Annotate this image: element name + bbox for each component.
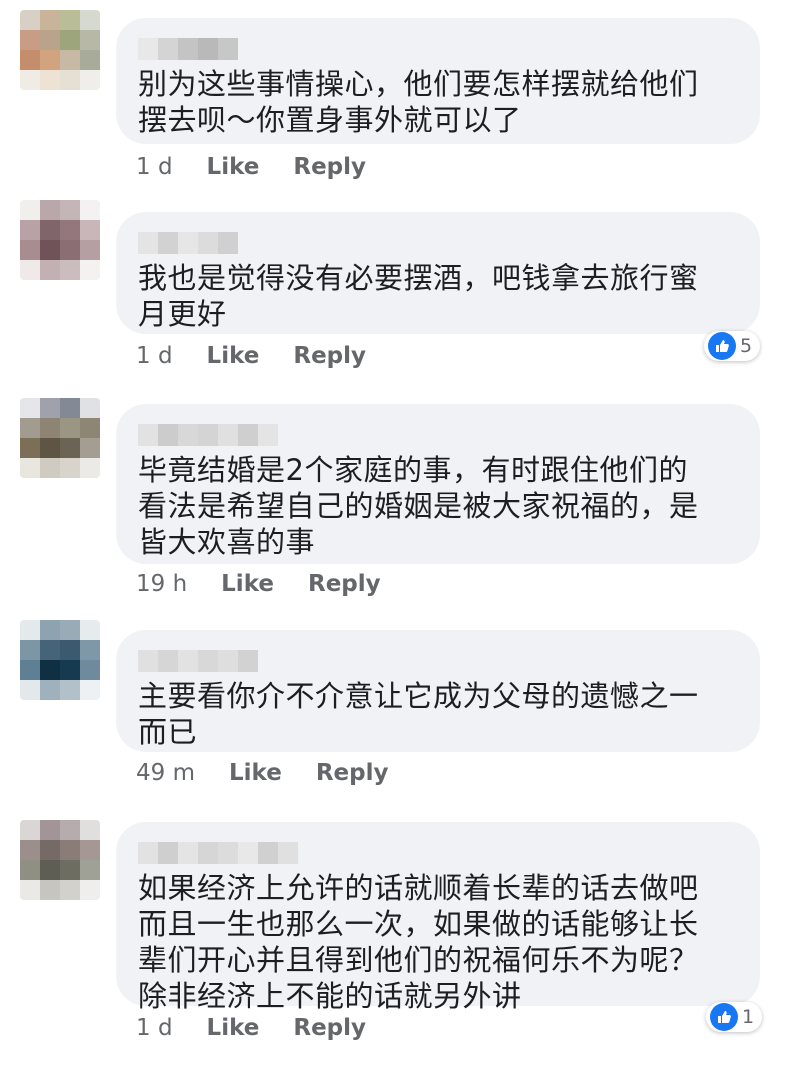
comment-timestamp[interactable]: 19 h [136,571,187,597]
comment-actions: 1 d Like Reply [136,341,400,371]
comment-timestamp[interactable]: 1 d [136,154,173,180]
comment-text: 主要看你介不介意让它成为父母的遗憾之一 而已 [138,679,699,749]
reply-button[interactable]: Reply [293,1015,366,1041]
reply-button[interactable]: Reply [293,343,366,369]
avatar[interactable] [20,200,100,280]
reaction-count[interactable]: 1 [706,1002,763,1032]
comment-text: 我也是觉得没有必要摆酒，吧钱拿去旅行蜜 月更好 [138,261,699,331]
comment-actions: 1 d Like Reply [136,152,400,182]
comment-bubble: 别为这些事情操心，他们要怎样摆就给他们 摆去呗～你置身事外就可以了 [116,18,760,144]
reply-button[interactable]: Reply [308,571,381,597]
comment-text: 毕竟结婚是2个家庭的事，有时跟住他们的 看法是希望自己的婚姻是被大家祝福的，是 … [138,453,699,559]
comment-bubble: 如果经济上允许的话就顺着长辈的话去做吧 而且一生也那么一次，如果做的话能够让长 … [116,822,760,1013]
commenter-name[interactable] [138,38,738,60]
comment-timestamp[interactable]: 49 m [136,760,195,786]
reaction-number: 1 [742,1006,755,1028]
comment-bubble: 毕竟结婚是2个家庭的事，有时跟住他们的 看法是希望自己的婚姻是被大家祝福的，是 … [116,404,760,564]
like-button[interactable]: Like [207,343,260,369]
reaction-number: 5 [740,335,753,357]
commenter-name[interactable] [138,650,738,672]
reaction-count[interactable]: 5 [704,331,761,361]
like-button[interactable]: Like [229,760,282,786]
thumbs-up-icon [708,332,736,360]
avatar[interactable] [20,398,100,478]
comment-bubble: 我也是觉得没有必要摆酒，吧钱拿去旅行蜜 月更好 [116,212,760,334]
commenter-name[interactable] [138,842,738,864]
comment-actions: 19 h Like Reply [136,569,415,599]
comment-text: 别为这些事情操心，他们要怎样摆就给他们 摆去呗～你置身事外就可以了 [138,67,699,137]
reply-button[interactable]: Reply [316,760,389,786]
like-button[interactable]: Like [207,154,260,180]
thumbs-up-icon [710,1003,738,1031]
avatar[interactable] [20,620,100,700]
reply-button[interactable]: Reply [293,154,366,180]
comment-timestamp[interactable]: 1 d [136,1015,173,1041]
comment-timestamp[interactable]: 1 d [136,343,173,369]
commenter-name[interactable] [138,232,738,254]
comment-bubble: 主要看你介不介意让它成为父母的遗憾之一 而已 [116,630,760,752]
commenter-name[interactable] [138,424,738,446]
like-button[interactable]: Like [221,571,274,597]
comment-actions: 49 m Like Reply [136,758,422,788]
avatar[interactable] [20,10,100,90]
comment-text: 如果经济上允许的话就顺着长辈的话去做吧 而且一生也那么一次，如果做的话能够让长 … [138,871,699,1013]
avatar[interactable] [20,820,100,900]
comment-actions: 1 d Like Reply [136,1013,400,1043]
like-button[interactable]: Like [207,1015,260,1041]
